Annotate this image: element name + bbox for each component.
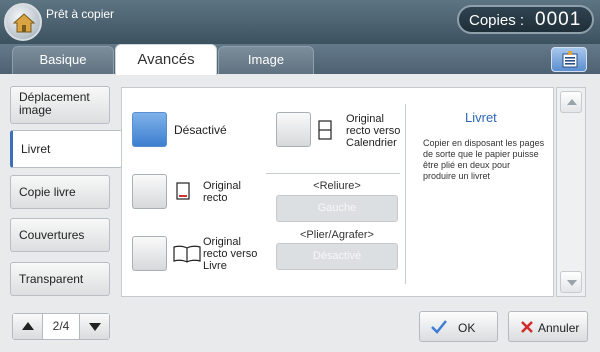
plier-agrafer-title: <Plier/Agrafer>	[300, 229, 374, 241]
scroll-down-button[interactable]	[560, 271, 582, 293]
header-bar: Prêt à copier Copies : 0001	[0, 0, 600, 44]
tab-basique[interactable]: Basique	[12, 46, 114, 74]
option-recto-verso-calendrier-label: Original recto verso Calendrier	[346, 113, 401, 149]
option-desactive-button[interactable]	[132, 112, 167, 147]
divider	[405, 104, 406, 284]
ok-button[interactable]: OK	[419, 311, 498, 342]
nav-item-copie-livre[interactable]: Copie livre	[10, 175, 110, 209]
option-original-recto-label: Original recto	[203, 180, 241, 204]
copies-counter[interactable]: Copies : 0001	[457, 5, 594, 34]
option-recto-verso-calendrier-button[interactable]	[276, 112, 311, 147]
page-indicator: 2/4	[52, 319, 70, 333]
reliure-title: <Reliure>	[313, 180, 361, 192]
option-original-recto-button[interactable]	[132, 174, 167, 209]
copies-label: Copies :	[469, 12, 525, 29]
copy-screen: Prêt à copier Copies : 0001 Basique Avan…	[0, 0, 600, 352]
home-icon	[12, 13, 36, 33]
down-arrow-icon	[567, 280, 577, 286]
nav-item-couvertures[interactable]: Couvertures	[10, 218, 110, 252]
down-arrow-icon	[89, 323, 101, 331]
info-title: Livret	[465, 110, 497, 125]
plier-agrafer-button[interactable]: Désactivé	[276, 243, 398, 270]
checkmark-icon	[431, 320, 447, 334]
nav-item-livret[interactable]: Livret	[10, 130, 122, 168]
up-arrow-icon	[567, 99, 577, 105]
option-recto-verso-livre-label: Original recto verso Livre	[203, 236, 258, 272]
tab-avances[interactable]: Avancés	[115, 44, 217, 75]
page-up-button[interactable]	[13, 314, 43, 339]
single-page-icon	[176, 182, 190, 200]
nav-item-transparent[interactable]: Transparent	[10, 262, 110, 296]
copies-value: 0001	[535, 9, 582, 30]
close-icon	[521, 321, 533, 333]
tab-image[interactable]: Image	[218, 46, 314, 74]
page-navigator: 2/4	[12, 313, 110, 340]
home-button[interactable]	[4, 3, 42, 41]
calendar-page-icon	[318, 120, 332, 140]
document-list-icon	[562, 51, 578, 68]
option-recto-verso-livre-button[interactable]	[132, 236, 167, 271]
nav-item-deplacement-image[interactable]: Déplacement image	[10, 86, 110, 124]
scroll-up-button[interactable]	[560, 91, 582, 113]
page-down-button[interactable]	[79, 314, 109, 339]
up-arrow-icon	[22, 322, 34, 330]
cancel-label: Annuler	[538, 321, 580, 335]
cancel-button[interactable]: Annuler	[508, 311, 588, 342]
divider	[266, 173, 400, 174]
option-desactive-label: Désactivé	[174, 123, 227, 137]
page-title: Prêt à copier	[46, 7, 115, 21]
job-menu-button[interactable]	[551, 47, 587, 72]
reliure-gauche-button[interactable]: Gauche	[276, 195, 398, 222]
info-description: Copier en disposant les pages de sorte q…	[423, 138, 545, 181]
scrollbar[interactable]	[556, 87, 586, 297]
open-book-icon	[173, 245, 201, 263]
ok-label: OK	[458, 321, 476, 335]
